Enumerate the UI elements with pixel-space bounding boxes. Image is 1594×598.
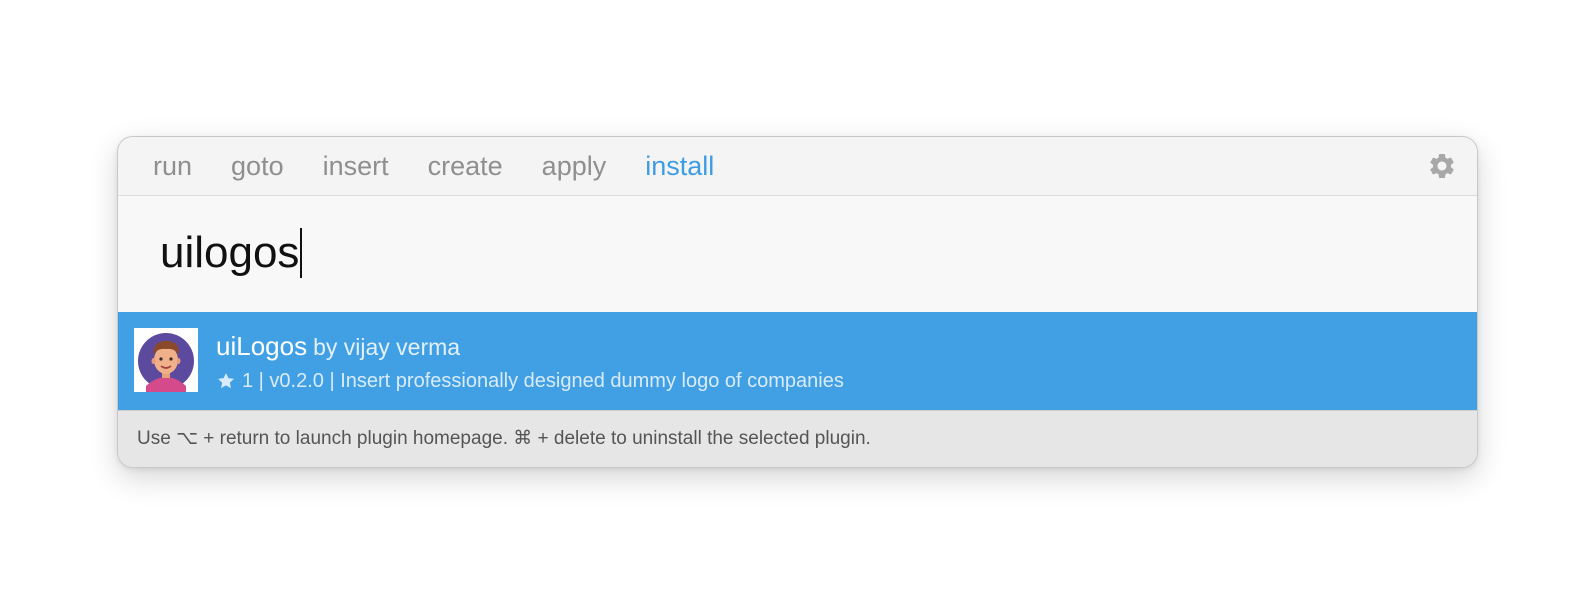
- gear-icon-graphic: [1430, 154, 1454, 178]
- tabs: run goto insert create apply install: [153, 150, 753, 182]
- plugin-name: uiLogos: [216, 331, 308, 361]
- result-title: uiLogos by vijay verma: [216, 330, 460, 363]
- result-meta: 1 | v0.2.0 | Insert professionally desig…: [216, 368, 844, 394]
- star-icon: [218, 373, 234, 389]
- avatar-icon: [134, 328, 198, 392]
- plugin-author: by vijay verma: [313, 334, 461, 360]
- tab-apply[interactable]: apply: [542, 150, 607, 182]
- tab-run[interactable]: run: [153, 150, 192, 182]
- avatar-icon-graphic: [134, 328, 198, 392]
- footer-hint: Use ⌥ + return to launch plugin homepage…: [137, 428, 871, 449]
- plugin-launcher-window: run goto insert create apply install uil…: [117, 136, 1478, 468]
- footer-hint-bar: Use ⌥ + return to launch plugin homepage…: [118, 410, 1477, 467]
- text-caret: [300, 228, 303, 278]
- search-area: uilogos: [118, 196, 1477, 312]
- result-item-selected[interactable]: uiLogos by vijay verma 1 | v0.2.0 | Inser…: [118, 312, 1477, 410]
- search-input[interactable]: uilogos: [160, 224, 303, 282]
- tab-goto[interactable]: goto: [231, 150, 284, 182]
- tab-bar: run goto insert create apply install: [118, 137, 1477, 196]
- tab-create[interactable]: create: [428, 150, 503, 182]
- tab-insert[interactable]: insert: [323, 150, 389, 182]
- search-input-value: uilogos: [160, 228, 300, 277]
- tab-install[interactable]: install: [645, 150, 714, 182]
- plugin-meta-text: 1 | v0.2.0 | Insert professionally desig…: [242, 370, 844, 392]
- gear-icon[interactable]: [1427, 151, 1457, 181]
